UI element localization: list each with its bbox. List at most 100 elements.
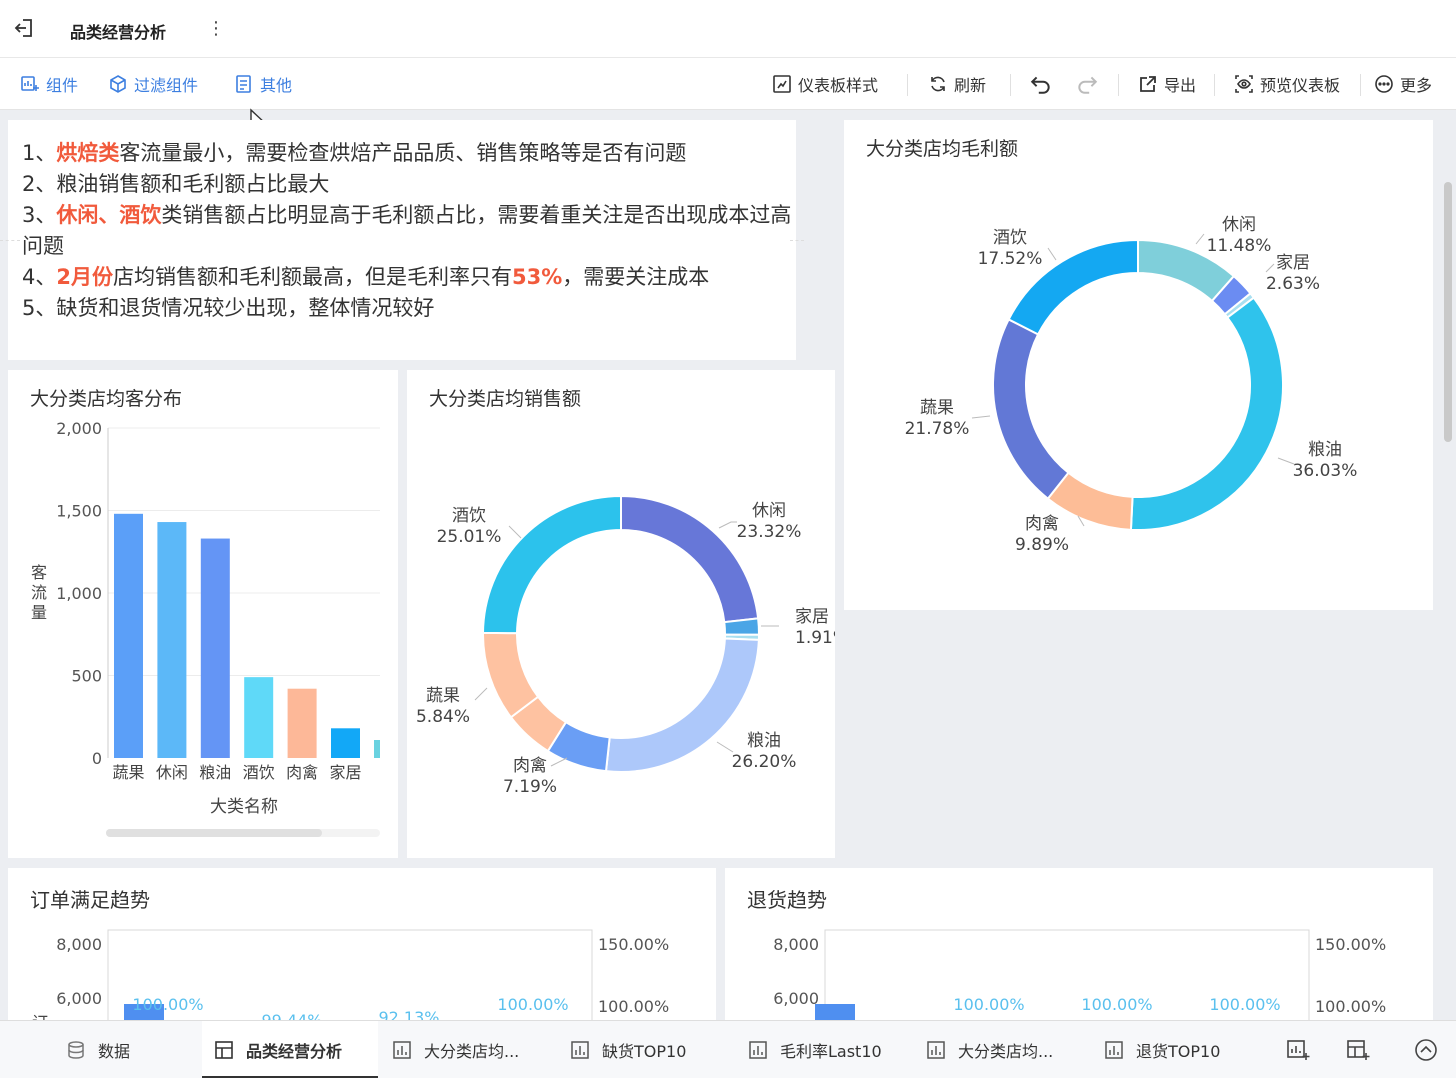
tab-stockout-top10[interactable]: 缺货TOP10 — [570, 1033, 686, 1067]
tab-category-avg-2[interactable]: 大分类店均... — [926, 1033, 1053, 1067]
other-label: 其他 — [260, 76, 293, 95]
tab-margin-last10[interactable]: 毛利率Last10 — [748, 1033, 882, 1067]
leader-line — [1047, 247, 1057, 261]
donut-slice-粮油 — [1129, 296, 1284, 531]
add-dashboard-icon[interactable] — [1346, 1038, 1370, 1062]
bar-partial — [374, 740, 380, 758]
bar-肉禽 — [287, 688, 317, 758]
bar-chart-icon — [749, 1041, 767, 1059]
refresh-button[interactable]: 刷新 — [928, 71, 986, 97]
bottom-tab-bar: 数据 品类经营分析 大分类店均... 缺货TOP10 毛利率Last10 大分类… — [0, 1020, 1456, 1078]
bar-chart-icon — [571, 1041, 589, 1059]
x-tick-label: 酒饮 — [243, 763, 275, 782]
trend-point-label: 100.00% — [497, 995, 568, 1014]
y2-tick-label: 150.00% — [1315, 935, 1386, 954]
leader-line — [550, 757, 568, 767]
trend-point-label: 100.00% — [953, 995, 1024, 1014]
toolbar-divider — [907, 74, 908, 96]
returns-trend-chart: 8,000 6,000 150.00% 100.00% 100.00% 100.00% 10… — [773, 929, 1386, 1020]
returns-trend-panel[interactable]: 退货趋势 8,000 6,000 150.00% 100.00% 100.00% 100.… — [725, 868, 1433, 1020]
leader-line — [474, 687, 488, 701]
export-button[interactable]: 导出 — [1138, 71, 1196, 97]
donut-slice-蔬果 — [992, 318, 1070, 501]
bar-chart-icon — [1105, 1041, 1123, 1059]
slice-pct-label: 11.48% — [1207, 236, 1272, 256]
title-bar: 品类经营分析 ⋮ — [0, 0, 1456, 58]
insight-line-1: 1、烘焙类客流量最小，需要检查烘焙产品品质、销售策略等是否有问题 — [22, 138, 792, 169]
insight-highlight: 2月份 — [56, 265, 113, 289]
tab-returns-top10[interactable]: 退货TOP10 — [1104, 1033, 1220, 1067]
y-tick-label: 6,000 — [56, 989, 102, 1008]
collapse-up-icon[interactable] — [1414, 1038, 1438, 1062]
insights-panel: 1、烘焙类客流量最小，需要检查烘焙产品品质、销售策略等是否有问题 2、粮油销售额… — [8, 120, 796, 360]
more-vertical-icon[interactable]: ⋮ — [207, 18, 225, 40]
trend-point-label: 92.13% — [378, 1008, 439, 1020]
x-tick-label: 肉禽 — [286, 763, 318, 782]
leader-line — [1265, 263, 1275, 273]
database-icon — [68, 1041, 84, 1059]
add-component-button[interactable]: 组件 — [20, 71, 78, 97]
tab-category-avg-1[interactable]: 大分类店均... — [392, 1033, 519, 1067]
slice-pct-label: 1.91% — [795, 628, 835, 648]
slice-pct-label: 36.03% — [1293, 461, 1358, 481]
guide-line — [0, 240, 20, 241]
toolbar: 组件 过滤组件 其他 仪表板样式 刷新 导出 预览仪表板 更多 — [0, 58, 1456, 110]
dashboard-style-button[interactable]: 仪表板样式 — [772, 71, 878, 97]
preview-dashboard-button[interactable]: 预览仪表板 — [1234, 71, 1340, 97]
slice-name-label: 蔬果 — [920, 398, 954, 418]
leader-line — [716, 741, 734, 753]
other-button[interactable]: 其他 — [234, 71, 292, 97]
document-icon — [236, 75, 251, 93]
trend-point-label: 100.00% — [1081, 995, 1152, 1014]
donut-slice-家居 — [723, 617, 760, 636]
undo-icon[interactable] — [1030, 73, 1052, 95]
slice-name-label: 酒饮 — [452, 506, 486, 526]
leader-line — [508, 525, 522, 539]
slice-name-label: 家居 — [1276, 253, 1310, 273]
x-tick-label: 休闲 — [156, 763, 188, 782]
slice-pct-label: 23.32% — [737, 522, 802, 542]
slice-name-label: 蔬果 — [426, 686, 460, 706]
orders-trend-panel[interactable]: 订单满足趋势 8,0006,000150.00%100.00%订100.00%9… — [8, 868, 716, 1020]
exit-icon[interactable] — [12, 16, 36, 40]
tab-data[interactable]: 数据 — [66, 1033, 130, 1067]
more-button[interactable]: 更多 — [1374, 71, 1432, 97]
bar-粮油 — [200, 538, 230, 758]
margin-chart-panel[interactable]: 大分类店均毛利额 休闲 11.48% 家居 2.63% 粮油 36.03% 肉禽 9.89% 蔬… — [844, 120, 1433, 610]
bar-家居 — [331, 728, 360, 758]
insight-highlight: 休闲、酒饮 — [56, 203, 162, 227]
filter-component-button[interactable]: 过滤组件 — [108, 71, 198, 97]
insights-text: 1、烘焙类客流量最小，需要检查烘焙产品品质、销售策略等是否有问题 2、粮油销售额… — [22, 138, 792, 324]
filter-cube-icon — [110, 75, 126, 93]
slice-pct-label: 25.01% — [437, 527, 502, 547]
more-circle-icon — [1375, 75, 1393, 93]
add-chart-icon[interactable] — [1286, 1038, 1310, 1062]
customers-chart-panel[interactable]: 大分类店均客分布 2,000 1,500 1,000 500 0 蔬果 休闲 粮油 酒饮 肉禽 家居… — [8, 370, 398, 858]
insight-highlight: 烘焙类 — [56, 141, 120, 165]
redo-icon[interactable] — [1076, 73, 1098, 95]
y-tick-label: 8,000 — [56, 935, 102, 954]
insight-prefix: 4、 — [22, 265, 57, 289]
insight-prefix: 3、 — [22, 203, 57, 227]
slice-name-label: 粮油 — [1308, 440, 1342, 460]
more-label: 更多 — [1400, 76, 1433, 95]
x-tick-label: 粮油 — [199, 763, 231, 782]
leader-line — [718, 521, 737, 529]
bar-酒饮 — [244, 677, 274, 758]
scrollbar-thumb[interactable] — [1444, 182, 1452, 442]
slice-pct-label: 17.52% — [978, 249, 1043, 269]
insight-line-2: 2、粮油销售额和毛利额占比最大 — [22, 172, 330, 196]
toolbar-divider — [1214, 74, 1215, 96]
customers-bar-chart: 2,000 1,500 1,000 500 0 蔬果 休闲 粮油 酒饮 肉禽 家居大类名称 客流量 — [31, 419, 380, 837]
tab-category-analysis[interactable]: 品类经营分析 — [214, 1033, 342, 1067]
y-tick-label: 1,000 — [56, 584, 102, 603]
sales-chart-panel[interactable]: 大分类店均销售额 休闲23.32%家居1.91%粮油26.20%肉禽7.19%蔬… — [407, 370, 835, 858]
toolbar-divider — [1118, 74, 1119, 96]
y2-tick-label: 100.00% — [1315, 997, 1386, 1016]
page-scrollbar[interactable] — [1441, 120, 1456, 1015]
insight-text: 客流量最小，需要检查烘焙产品品质、销售策略等是否有问题 — [119, 141, 687, 165]
x-tick-label: 蔬果 — [112, 763, 144, 782]
tab-label: 品类经营分析 — [246, 1042, 343, 1061]
component-icon — [21, 76, 39, 91]
trend-bar — [815, 1004, 855, 1020]
